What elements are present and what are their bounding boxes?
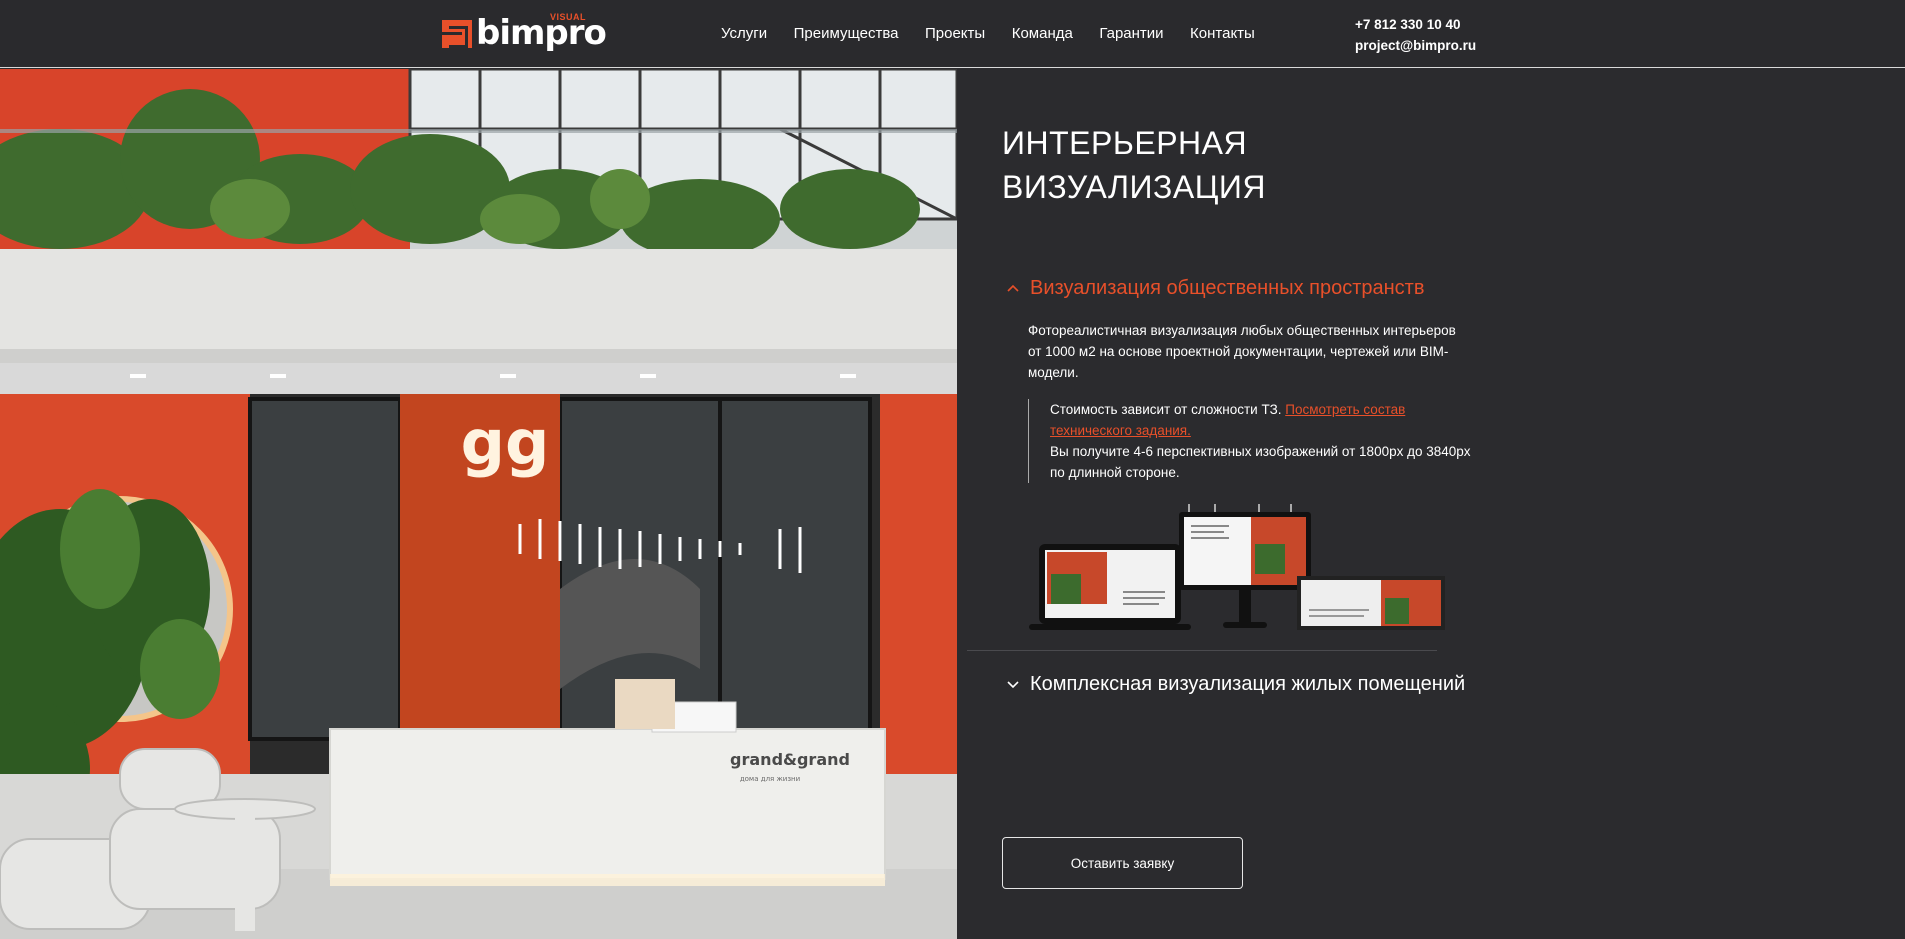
nav-item-projects[interactable]: Проекты	[925, 24, 985, 44]
accordion-public-spaces-header[interactable]: Визуализация общественных пространств	[1002, 275, 1424, 301]
logo-subtitle: VISUAL	[550, 12, 587, 22]
devices-illustration	[1029, 504, 1449, 639]
page-title: ИНТЕРЬЕРНАЯ ВИЗУАЛИЗАЦИЯ	[1002, 121, 1266, 209]
site-header: bimpro VISUAL Услуги Преимущества Проект…	[0, 0, 1905, 68]
hero-sign-logo: gg	[461, 406, 550, 479]
interior-illustration: gg grand&grand дома для жизни	[0, 69, 957, 939]
logo-mark-icon	[442, 20, 472, 48]
accordion-public-spaces-description: Фотореалистичная визуализация любых обще…	[1028, 323, 1456, 380]
pricing-note-result: Вы получите 4-6 перспективных изображени…	[1050, 444, 1471, 480]
laptop-icon	[1029, 544, 1191, 630]
chevron-down-icon	[1002, 673, 1024, 695]
nav-item-services[interactable]: Услуги	[721, 24, 767, 44]
nav-item-guarantees[interactable]: Гарантии	[1099, 24, 1163, 44]
nav-item-contacts[interactable]: Контакты	[1190, 24, 1255, 44]
page-title-line2: ВИЗУАЛИЗАЦИЯ	[1002, 169, 1266, 205]
email-link[interactable]: project@bimpro.ru	[1355, 35, 1476, 56]
accordion-divider	[967, 650, 1437, 651]
submit-request-button[interactable]: Оставить заявку	[1002, 837, 1243, 889]
bimpro-logo[interactable]: bimpro VISUAL	[442, 12, 607, 50]
monitor-icon	[1179, 504, 1311, 628]
nav-item-advantages[interactable]: Преимущества	[794, 24, 899, 44]
phone-link[interactable]: +7 812 330 10 40	[1355, 14, 1476, 35]
accordion-residential-title: Комплексная визуализация жилых помещений	[1030, 673, 1466, 695]
header-contacts: +7 812 330 10 40 project@bimpro.ru	[1355, 14, 1476, 56]
accordion-residential-header[interactable]: Комплексная визуализация жилых помещений	[1002, 671, 1465, 697]
accordion-public-spaces-title: Визуализация общественных пространств	[1030, 277, 1425, 299]
pricing-note: Стоимость зависит от сложности ТЗ. Посмо…	[1028, 399, 1488, 483]
hero-desk-subtitle: дома для жизни	[740, 775, 800, 783]
content-panel: ИНТЕРЬЕРНАЯ ВИЗУАЛИЗАЦИЯ Визуализация об…	[957, 69, 1905, 939]
main-nav: Услуги Преимущества Проекты Команда Гара…	[721, 24, 1281, 44]
page-title-line1: ИНТЕРЬЕРНАЯ	[1002, 125, 1248, 161]
hero-interior-image: gg grand&grand дома для жизни	[0, 69, 957, 939]
hero-desk-brand: grand&grand	[730, 750, 850, 769]
logo-text: bimpro	[476, 13, 607, 53]
wide-display-icon	[1297, 576, 1445, 630]
chevron-up-icon	[1002, 277, 1024, 299]
nav-item-team[interactable]: Команда	[1012, 24, 1073, 44]
pricing-note-prefix: Стоимость зависит от сложности ТЗ.	[1050, 402, 1286, 417]
